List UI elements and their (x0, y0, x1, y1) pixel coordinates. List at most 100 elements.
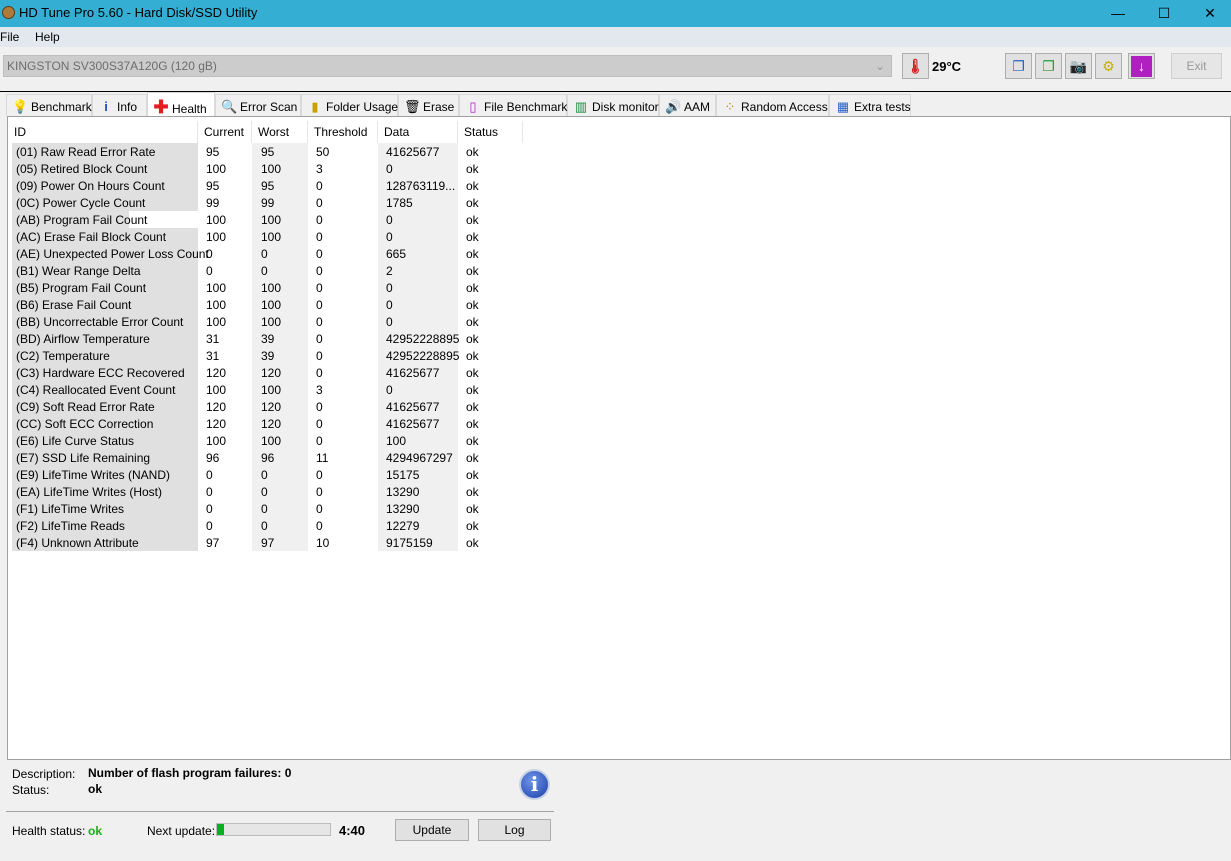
copy-info-button[interactable]: ❐ (1005, 53, 1032, 79)
status-value: ok (466, 519, 479, 533)
file-benchmark-icon: ▯ (469, 99, 477, 114)
worst-value: 100 (252, 313, 308, 330)
tab-random-access[interactable]: ⁘ Random Access (716, 94, 829, 116)
table-row[interactable]: (E6) Life Curve Status 100 100 0 100 ok (12, 432, 527, 449)
column-header-worst[interactable]: Worst (252, 121, 308, 143)
log-button[interactable]: Log (478, 819, 551, 841)
table-row[interactable]: (EA) LifeTime Writes (Host) 0 0 0 13290 ok (12, 483, 527, 500)
copy-screen-button[interactable]: ❐ (1035, 53, 1062, 79)
countdown: 4:40 (339, 823, 366, 838)
options-button[interactable]: ⚙ (1095, 53, 1122, 79)
data-value: 42952228895 (378, 347, 459, 364)
column-header-id[interactable]: ID (8, 121, 198, 143)
tab-benchmark[interactable]: 💡 Benchmark (6, 94, 92, 116)
status-value: ok (466, 247, 479, 261)
maximize-button[interactable]: ☐ (1141, 0, 1187, 27)
status-value: ok (88, 782, 103, 796)
temperature-button[interactable]: 🌡 (902, 53, 929, 79)
save-button[interactable]: ↓ (1128, 53, 1155, 79)
screenshot-button[interactable]: 📷 (1065, 53, 1092, 79)
status-value: ok (466, 315, 479, 329)
column-header-status[interactable]: Status (458, 121, 523, 143)
threshold-value: 0 (316, 366, 323, 380)
exit-button[interactable]: Exit (1171, 53, 1222, 79)
threshold-value: 3 (316, 162, 323, 176)
threshold-value: 10 (316, 536, 330, 550)
attribute-id: (E6) Life Curve Status (12, 432, 198, 449)
drive-name: KINGSTON SV300S37A120G (120 gB) (7, 59, 217, 73)
attribute-id: (EA) LifeTime Writes (Host) (12, 483, 198, 500)
table-row[interactable]: (E9) LifeTime Writes (NAND) 0 0 0 15175 ok (12, 466, 527, 483)
current-value: 97 (206, 536, 220, 550)
tab-info[interactable]: i Info (92, 94, 147, 116)
worst-value: 100 (252, 279, 308, 296)
column-header-current[interactable]: Current (198, 121, 252, 143)
health-status-label: Health status: (12, 824, 86, 838)
threshold-value: 0 (316, 332, 323, 346)
worst-value: 100 (252, 432, 308, 449)
table-row[interactable]: (B5) Program Fail Count 100 100 0 0 ok (12, 279, 527, 296)
tab-file-benchmark[interactable]: ▯ File Benchmark (459, 94, 567, 116)
column-header-threshold[interactable]: Threshold (308, 121, 378, 143)
table-row[interactable]: (B6) Erase Fail Count 100 100 0 0 ok (12, 296, 527, 313)
data-value: 0 (378, 279, 458, 296)
tab-health[interactable]: ✚ Health (147, 92, 215, 117)
attribute-id: (E7) SSD Life Remaining (12, 449, 198, 466)
threshold-value: 0 (316, 315, 323, 329)
current-value: 0 (206, 519, 213, 533)
tab-disk-monitor[interactable]: ▥ Disk monitor (567, 94, 659, 116)
threshold-value: 3 (316, 383, 323, 397)
table-row[interactable]: (01) Raw Read Error Rate 95 95 50 41625677 ok (12, 143, 527, 160)
status-value: ok (466, 332, 479, 346)
table-row[interactable]: (C3) Hardware ECC Recovered 120 120 0 416256… (12, 364, 527, 381)
table-row[interactable]: (F1) LifeTime Writes 0 0 0 13290 ok (12, 500, 527, 517)
next-update-label: Next update: (147, 824, 216, 838)
table-row[interactable]: (E7) SSD Life Remaining 96 96 11 4294967297 o… (12, 449, 527, 466)
data-value: 0 (378, 313, 458, 330)
data-value: 0 (378, 381, 458, 398)
tab-folder-usage[interactable]: ▮ Folder Usage (301, 94, 398, 116)
description-label: Description: (12, 767, 76, 781)
tab-error-scan[interactable]: 🔍 Error Scan (215, 94, 301, 116)
tab-label: Error Scan (240, 100, 298, 114)
table-row[interactable]: (F4) Unknown Attribute 97 97 10 9175159 ok (12, 534, 527, 551)
status-value: ok (466, 536, 479, 550)
table-row[interactable]: (05) Retired Block Count 100 100 3 0 ok (12, 160, 527, 177)
tab-aam[interactable]: 🔊 AAM (659, 94, 716, 116)
tab-extra-tests[interactable]: ▦ Extra tests (829, 94, 911, 116)
current-value: 0 (206, 502, 213, 516)
tab-label: Folder Usage (326, 100, 399, 114)
table-row[interactable]: (CC) Soft ECC Correction 120 120 0 41625677 o… (12, 415, 527, 432)
menu-file[interactable]: File (0, 30, 19, 44)
table-row[interactable]: (C4) Reallocated Event Count 100 100 3 0 ok (12, 381, 527, 398)
status-value: ok (466, 264, 479, 278)
table-row[interactable]: (B1) Wear Range Delta 0 0 0 2 ok (12, 262, 527, 279)
menu-help[interactable]: Help (35, 30, 60, 44)
attribute-id: (C3) Hardware ECC Recovered (12, 364, 198, 381)
table-row[interactable]: (09) Power On Hours Count 95 95 0 128763119.… (12, 177, 527, 194)
worst-value: 39 (252, 347, 308, 364)
table-row[interactable]: (C9) Soft Read Error Rate 120 120 0 41625677… (12, 398, 527, 415)
table-row[interactable]: (AC) Erase Fail Block Count 100 100 0 0 ok (12, 228, 527, 245)
column-header-data[interactable]: Data (378, 121, 458, 143)
table-row[interactable]: (0C) Power Cycle Count 99 99 0 1785 ok (12, 194, 527, 211)
menu-bar: File Help (0, 27, 1231, 47)
close-button[interactable]: ✕ (1187, 0, 1231, 27)
data-value: 15175 (378, 466, 458, 483)
drive-select[interactable]: KINGSTON SV300S37A120G (120 gB) ⌄ (3, 55, 892, 77)
table-row[interactable]: (AB) Program Fail Count 100 100 0 0 ok (12, 211, 527, 228)
worst-value: 0 (252, 245, 308, 262)
worst-value: 120 (252, 415, 308, 432)
table-row[interactable]: (F2) LifeTime Reads 0 0 0 12279 ok (12, 517, 527, 534)
table-row[interactable]: (AE) Unexpected Power Loss Count 0 0 0 665 ok (12, 245, 527, 262)
data-value: 0 (378, 228, 458, 245)
current-value: 96 (206, 451, 220, 465)
table-row[interactable]: (BB) Uncorrectable Error Count 100 100 0 0 ok (12, 313, 527, 330)
tab-erase[interactable]: 🗑 Erase (398, 94, 459, 116)
status-value: ok (466, 451, 479, 465)
minimize-button[interactable]: — (1095, 0, 1141, 27)
table-row[interactable]: (BD) Airflow Temperature 31 39 0 42952228895… (12, 330, 527, 347)
window-title: HD Tune Pro 5.60 - Hard Disk/SSD Utility (19, 5, 258, 20)
update-button[interactable]: Update (395, 819, 469, 841)
table-row[interactable]: (C2) Temperature 31 39 0 42952228895 ok (12, 347, 527, 364)
